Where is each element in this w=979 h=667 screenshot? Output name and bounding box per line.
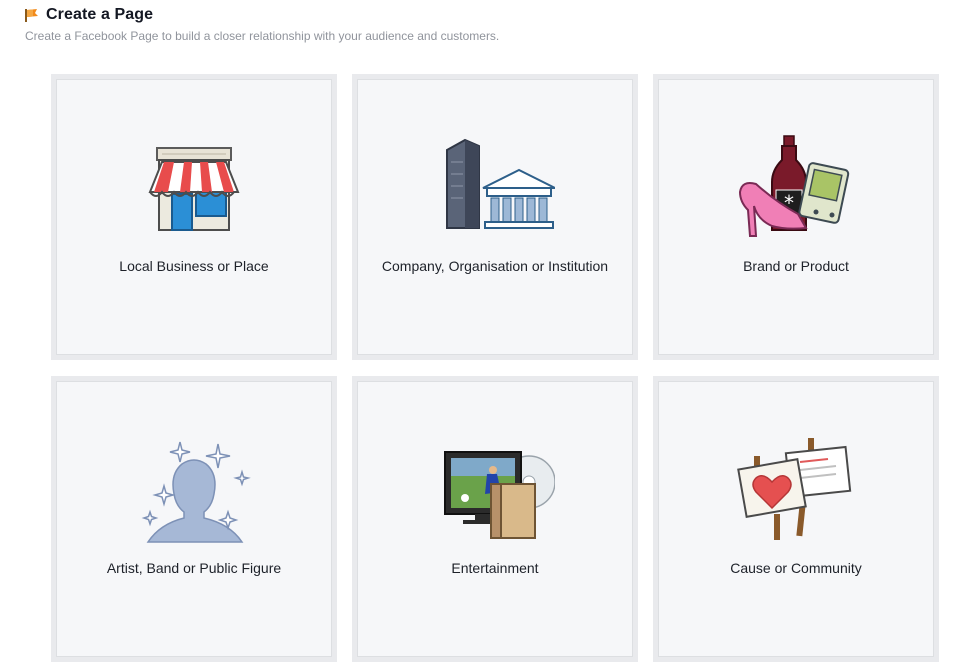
page-title: Create a Page: [46, 6, 154, 23]
buildings-icon: [435, 132, 556, 242]
protest-signs-icon: [736, 434, 856, 544]
title-row: Create a Page: [24, 5, 499, 25]
category-company[interactable]: Company, Organisation or Institution: [352, 74, 638, 360]
category-artist[interactable]: Artist, Band or Public Figure: [51, 376, 337, 662]
page-subtitle: Create a Facebook Page to build a closer…: [25, 29, 500, 43]
category-local-business[interactable]: Local Business or Place: [51, 74, 337, 360]
category-label: Cause or Community: [730, 560, 862, 576]
category-cause-community[interactable]: Cause or Community: [653, 376, 939, 662]
category-brand-product[interactable]: * Brand or Product: [653, 74, 939, 360]
category-grid: Local Business or Place Company, Organis…: [51, 74, 939, 662]
category-label: Company, Organisation or Institution: [381, 258, 609, 274]
storefront-icon: [134, 132, 254, 242]
products-icon: *: [736, 132, 856, 242]
category-label: Local Business or Place: [119, 258, 269, 274]
category-entertainment[interactable]: Entertainment: [352, 376, 638, 662]
page-header: Create a Page Create a Facebook Page to …: [24, 5, 499, 43]
media-icon: [435, 434, 556, 544]
flag-icon: [24, 7, 40, 23]
person-sparkle-icon: [134, 434, 254, 544]
category-label: Brand or Product: [743, 258, 849, 274]
category-label: Artist, Band or Public Figure: [106, 560, 282, 576]
category-label: Entertainment: [451, 560, 539, 576]
